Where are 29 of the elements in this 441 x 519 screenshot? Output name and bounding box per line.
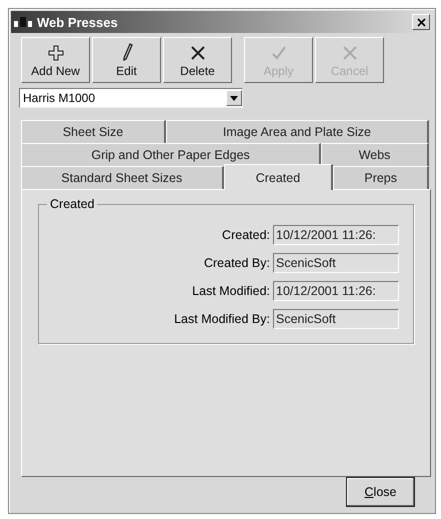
press-dropdown[interactable]: Harris M1000 [19,88,243,108]
tab[interactable]: Grip and Other Paper Edges [21,143,322,166]
tab[interactable]: Sheet Size [21,120,166,143]
pencil-icon [120,43,132,61]
input-field[interactable]: ScenicSoft [273,309,399,329]
checkmark-icon [270,45,286,61]
toolbar-button[interactable]: Delete [163,37,232,83]
window-title: Web Presses [37,14,118,30]
tab[interactable]: Standard Sheet Sizes [21,166,224,189]
group-title: Created [47,197,98,211]
input-field[interactable]: 10/12/2001 11:26: [273,281,399,301]
field-label: Created: [222,228,270,242]
field-label: Created By: [204,256,270,270]
tab[interactable]: Created [224,164,334,190]
plus-icon [48,45,64,61]
close-button[interactable]: Close [346,477,415,507]
field-label: Last Modified By: [174,312,270,326]
close-icon [190,45,206,61]
app-icon [14,17,34,27]
field-label: Last Modified: [192,284,270,298]
input-field[interactable]: ScenicSoft [273,253,399,273]
tab[interactable]: Image Area and Plate Size [166,120,429,143]
tab[interactable]: Webs [321,143,429,166]
close-icon [342,45,358,61]
close-icon[interactable] [412,14,430,30]
input-field[interactable]: 10/12/2001 11:26: [273,225,399,245]
tab[interactable]: Preps [333,166,429,189]
toolbar-button[interactable]: Add New [21,37,90,83]
toolbar-button[interactable]: Edit [92,37,161,83]
